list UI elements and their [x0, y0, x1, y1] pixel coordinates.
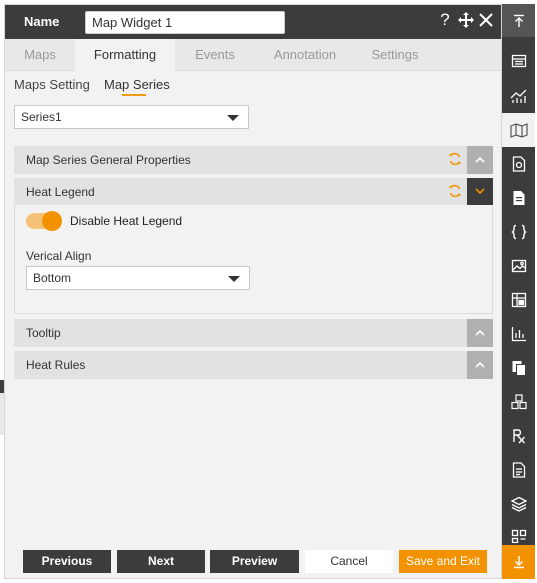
vertical-align-select[interactable]: Bottom — [26, 266, 250, 290]
close-icon[interactable] — [476, 12, 496, 32]
chevron-down-icon — [475, 188, 485, 195]
tab-annotation[interactable]: Annotation — [260, 39, 350, 71]
chevron-down-icon — [227, 115, 239, 121]
cancel-button[interactable]: Cancel — [305, 550, 393, 573]
next-button[interactable]: Next — [117, 550, 205, 573]
toggle-knob — [42, 211, 62, 231]
move-icon[interactable] — [456, 12, 476, 33]
tab-maps[interactable]: Maps — [5, 39, 75, 71]
sub-tab-bar: Maps Setting Map Series — [5, 77, 501, 101]
layers-icon[interactable] — [502, 487, 535, 520]
rx-icon[interactable] — [502, 419, 535, 452]
section-tooltip-title: Tooltip — [26, 326, 61, 340]
section-heat-legend-title: Heat Legend — [26, 185, 95, 199]
scroll-bottom-icon[interactable] — [502, 545, 535, 579]
disable-heat-legend-toggle[interactable] — [26, 211, 62, 231]
expand-toggle[interactable] — [467, 178, 493, 206]
question-icon[interactable]: ? — [435, 10, 455, 30]
chevron-up-icon — [475, 361, 485, 368]
section-heat-rules-title: Heat Rules — [26, 358, 86, 372]
right-toolbar — [502, 4, 535, 579]
collapse-toggle[interactable] — [467, 146, 493, 174]
active-subtab-indicator — [122, 94, 146, 96]
refresh-icon[interactable] — [448, 152, 462, 166]
collapse-toggle[interactable] — [467, 319, 493, 347]
name-label: Name — [24, 14, 60, 29]
vertical-align-value: Bottom — [33, 271, 72, 285]
preview-button[interactable]: Preview — [210, 550, 299, 573]
file-settings-icon[interactable] — [502, 147, 535, 180]
widget-properties-panel: Name ? Maps Formatting Events Annotation… — [4, 4, 502, 579]
grid-table-icon[interactable] — [502, 283, 535, 316]
scroll-top-icon[interactable] — [502, 4, 535, 37]
main-tab-bar: Maps Formatting Events Annotation Settin… — [5, 39, 501, 71]
widget-name-input[interactable] — [85, 11, 285, 34]
braces-icon[interactable] — [502, 215, 535, 248]
map-icon[interactable] — [502, 113, 535, 147]
section-heat-rules[interactable]: Heat Rules — [14, 351, 493, 379]
tab-events[interactable]: Events — [175, 39, 255, 71]
vertical-align-label: Verical Align — [26, 249, 92, 263]
refresh-icon[interactable] — [448, 184, 462, 198]
subtab-map-series[interactable]: Map Series — [104, 77, 170, 96]
subtab-maps-setting[interactable]: Maps Setting — [14, 77, 90, 92]
bar-chart-icon[interactable] — [502, 317, 535, 350]
section-heat-legend[interactable]: Heat Legend — [14, 178, 493, 206]
section-tooltip[interactable]: Tooltip — [14, 319, 493, 347]
series-select-value: Series1 — [21, 110, 62, 124]
chevron-up-icon — [475, 156, 485, 163]
save-and-exit-button[interactable]: Save and Exit — [399, 550, 487, 573]
cubes-icon[interactable] — [502, 385, 535, 418]
document-icon[interactable] — [502, 181, 535, 214]
subtab-map-series-label: Map Series — [104, 77, 170, 92]
line-chart-icon[interactable] — [502, 79, 535, 112]
section-general-properties-title: Map Series General Properties — [26, 153, 191, 167]
copy-icon[interactable] — [502, 351, 535, 384]
chevron-down-icon — [228, 276, 240, 282]
section-general-properties[interactable]: Map Series General Properties — [14, 146, 493, 174]
tab-settings[interactable]: Settings — [355, 39, 435, 71]
tab-formatting[interactable]: Formatting — [75, 39, 175, 71]
panel-header: Name ? — [5, 5, 501, 39]
previous-button[interactable]: Previous — [23, 550, 111, 573]
chevron-up-icon — [475, 329, 485, 336]
table-icon[interactable] — [502, 44, 535, 77]
image-icon[interactable] — [502, 249, 535, 282]
series-select[interactable]: Series1 — [14, 105, 249, 129]
heat-legend-body: Disable Heat Legend Verical Align Bottom — [14, 205, 493, 314]
collapse-toggle[interactable] — [467, 351, 493, 379]
disable-heat-legend-label: Disable Heat Legend — [70, 214, 183, 228]
report-icon[interactable] — [502, 453, 535, 486]
